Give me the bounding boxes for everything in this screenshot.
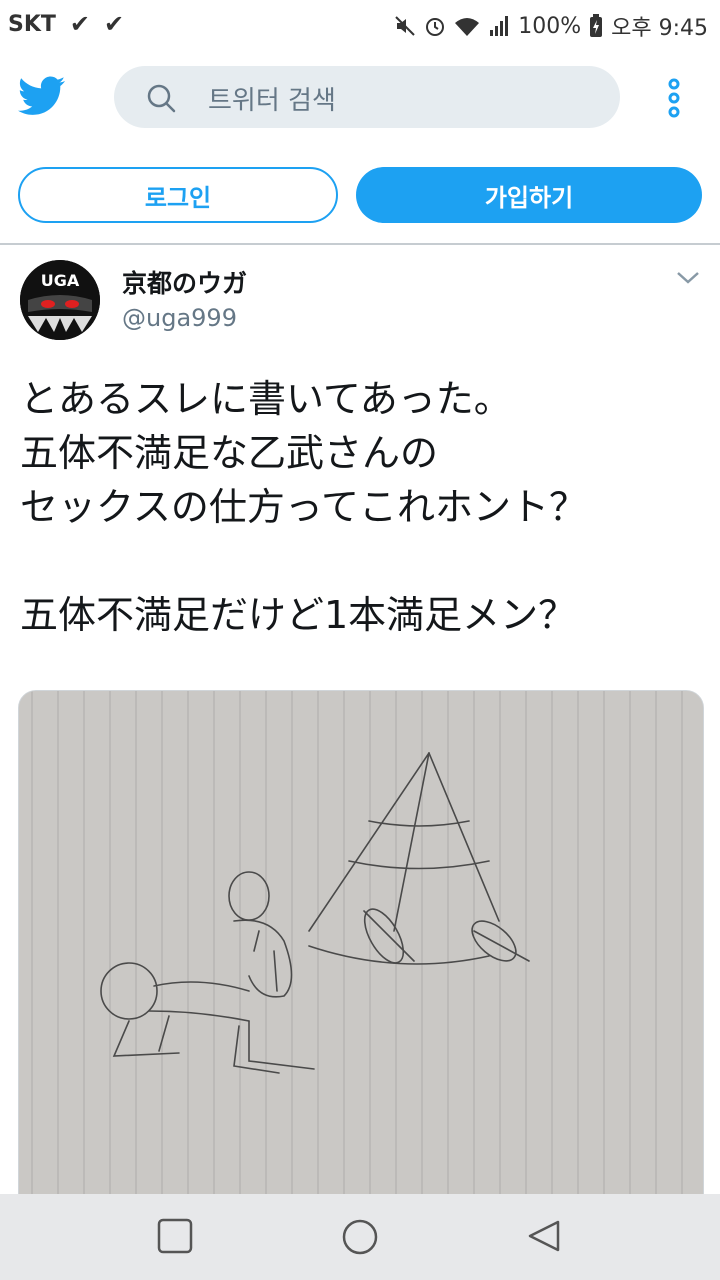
tweet-text-line: セックスの仕方ってこれホント？ xyxy=(20,485,587,529)
status-left: SKT ✔ ✔ xyxy=(8,10,124,38)
avatar-logo-text: UGA xyxy=(41,271,80,290)
alarm-icon xyxy=(426,18,445,36)
search-placeholder: 트위터 검색 xyxy=(208,86,336,116)
avatar-logo-image: UGA xyxy=(20,260,100,340)
header-divider xyxy=(0,243,720,245)
recent-apps-icon[interactable] xyxy=(157,1218,193,1254)
clock: 오후 9:45 xyxy=(611,16,708,41)
tweet-text: とあるスレに書いてあった。 五体不満足な乙武さんの セックスの仕方ってこれホント… xyxy=(20,372,710,642)
search-icon xyxy=(147,84,176,113)
avatar[interactable]: UGA xyxy=(20,260,100,340)
mute-icon xyxy=(395,16,415,36)
signal-icon xyxy=(490,16,509,36)
battery-charging-icon xyxy=(590,14,603,37)
wifi-icon xyxy=(455,18,480,36)
display-name[interactable]: 京都のウガ xyxy=(122,264,247,300)
carrier-label: SKT xyxy=(8,11,56,37)
status-right: 100% 오후 9:45 xyxy=(394,10,708,42)
search-input[interactable] xyxy=(114,66,620,128)
tweet-text-line: 五体不満足だけど1本満足メン？ xyxy=(20,593,577,637)
more-vertical-icon[interactable] xyxy=(664,78,684,118)
status-bar: SKT ✔ ✔ 100% 오후 9:45 xyxy=(0,0,720,50)
sketch-image xyxy=(19,691,703,1221)
back-icon[interactable] xyxy=(526,1218,562,1254)
twitter-bird-icon[interactable] xyxy=(18,74,66,118)
tweet-photo[interactable] xyxy=(18,690,704,1222)
user-handle[interactable]: @uga999 xyxy=(122,304,237,332)
tweet-text-line xyxy=(20,534,710,588)
login-button[interactable]: 로그인 xyxy=(18,167,338,223)
battery-percent: 100% xyxy=(518,13,582,39)
tweet-text-line: とあるスレに書いてあった。 xyxy=(20,377,512,421)
download-done-icon: ✔ xyxy=(69,10,91,38)
system-nav-bar xyxy=(0,1194,720,1280)
tweet-text-line: 五体不満足な乙武さんの xyxy=(20,431,439,475)
signup-button[interactable]: 가입하기 xyxy=(356,167,702,223)
home-icon[interactable] xyxy=(341,1218,379,1256)
chevron-down-icon[interactable] xyxy=(674,268,702,288)
download-done-icon: ✔ xyxy=(104,10,125,38)
